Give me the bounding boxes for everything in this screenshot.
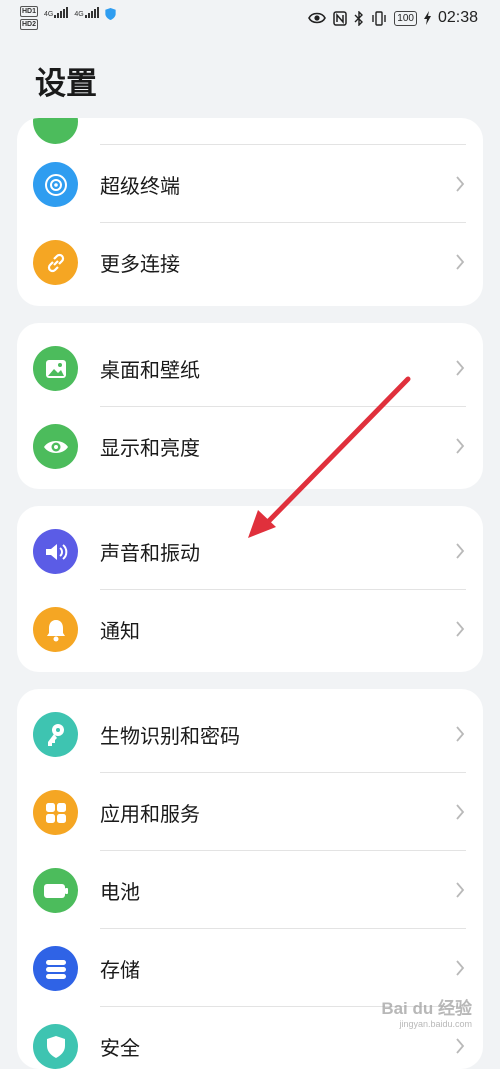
- chevron-right-icon: [456, 438, 465, 454]
- settings-item-sound-vibration[interactable]: 声音和振动: [17, 512, 483, 590]
- chevron-right-icon: [456, 543, 465, 559]
- settings-item-apps-services[interactable]: 应用和服务: [17, 773, 483, 851]
- link-icon: [33, 240, 78, 285]
- speaker-icon: [33, 529, 78, 574]
- partially-hidden-item-icon: [33, 118, 78, 144]
- settings-group-connectivity: 超级终端 更多连接: [17, 118, 483, 306]
- settings-item-label: 桌面和壁纸: [100, 358, 200, 382]
- settings-item-label: 应用和服务: [100, 802, 200, 826]
- battery-icon: 100: [394, 10, 417, 26]
- nfc-icon: [333, 10, 348, 26]
- key-icon: [33, 712, 78, 757]
- settings-item-label: 存储: [100, 958, 140, 982]
- security-shield-icon: [105, 8, 116, 20]
- wallpaper-icon: [33, 346, 78, 391]
- chevron-right-icon: [456, 254, 465, 270]
- storage-icon: [33, 946, 78, 991]
- clock: 02:38: [437, 9, 478, 26]
- settings-item-label: 通知: [100, 619, 140, 643]
- chevron-right-icon: [456, 1038, 465, 1054]
- bluetooth-icon: [354, 10, 364, 26]
- settings-item-super-device[interactable]: 超级终端: [17, 145, 483, 223]
- settings-item-label: 超级终端: [100, 174, 180, 198]
- vibrate-icon: [372, 10, 386, 26]
- settings-item-label: 声音和振动: [100, 541, 200, 565]
- settings-item-wallpaper[interactable]: 桌面和壁纸: [17, 329, 483, 407]
- eye-icon: [308, 12, 327, 24]
- super-device-icon: [33, 162, 78, 207]
- shield-icon: [33, 1024, 78, 1069]
- settings-item-label: 安全: [100, 1036, 140, 1060]
- chevron-right-icon: [456, 804, 465, 820]
- settings-item-battery[interactable]: 电池: [17, 851, 483, 929]
- settings-item-biometrics[interactable]: 生物识别和密码: [17, 695, 483, 773]
- chevron-right-icon: [456, 726, 465, 742]
- signal-sim1-icon: 4G: [44, 6, 69, 18]
- baidu-watermark: Bai du 经验 jingyan.baidu.com: [381, 999, 472, 1029]
- settings-item-label: 电池: [100, 880, 140, 904]
- settings-group-sound: 声音和振动 通知: [17, 506, 483, 672]
- sim1-hd-badge: HD1: [20, 6, 39, 17]
- eye-display-icon: [33, 424, 78, 469]
- settings-item-more-connections[interactable]: 更多连接: [17, 223, 483, 301]
- chevron-right-icon: [456, 882, 465, 898]
- settings-item-label: 更多连接: [100, 252, 180, 276]
- page-title: 设置: [35, 66, 97, 102]
- settings-item-label: 生物识别和密码: [100, 724, 240, 748]
- settings-item-display[interactable]: 显示和亮度: [17, 407, 483, 485]
- status-bar: HD1 HD2 4G 4G 100 02:38: [0, 0, 500, 40]
- sim2-hd-badge: HD2: [20, 19, 39, 30]
- battery-settings-icon: [33, 868, 78, 913]
- chevron-right-icon: [456, 960, 465, 976]
- settings-item-label: 显示和亮度: [100, 436, 200, 460]
- settings-group-display: 桌面和壁纸 显示和亮度: [17, 323, 483, 489]
- apps-grid-icon: [33, 790, 78, 835]
- settings-item-notifications[interactable]: 通知: [17, 590, 483, 668]
- chevron-right-icon: [456, 621, 465, 637]
- bell-icon: [33, 607, 78, 652]
- chevron-right-icon: [456, 360, 465, 376]
- signal-sim2-icon: 4G: [74, 6, 99, 18]
- charging-icon: [423, 11, 431, 25]
- chevron-right-icon: [456, 176, 465, 192]
